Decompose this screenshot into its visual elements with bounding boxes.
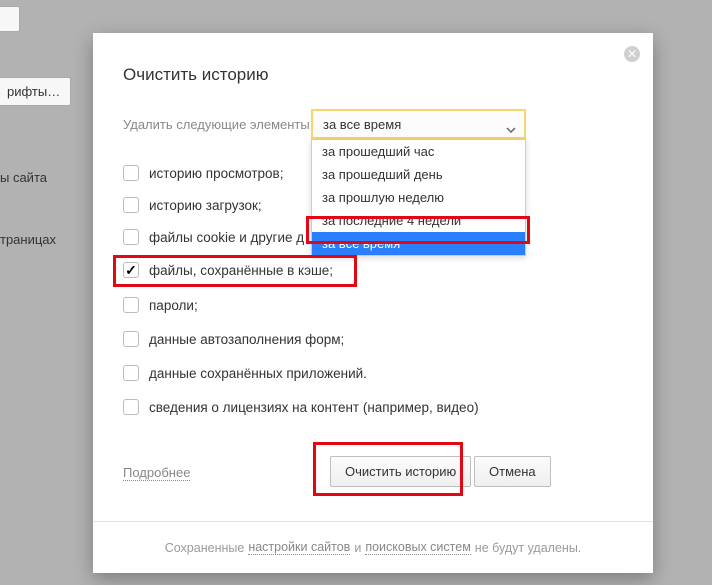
chevron-down-icon: [506, 121, 516, 136]
label-cookies: файлы cookie и другие д: [149, 230, 304, 245]
label-autofill: данные автозаполнения форм;: [149, 332, 344, 347]
footer-pre: Сохраненные: [165, 541, 245, 555]
bg-label-site: ы сайта: [0, 170, 47, 185]
label-browsing: историю просмотров;: [149, 166, 283, 181]
checkbox-download[interactable]: [123, 197, 139, 213]
label-download: историю загрузок;: [149, 198, 262, 213]
footer-post: не будут удалены.: [475, 541, 581, 555]
dialog-title: Очистить историю: [123, 65, 268, 85]
option-week[interactable]: за прошлую неделю: [312, 186, 525, 209]
row-passwords[interactable]: пароли;: [123, 297, 198, 313]
clear-history-button[interactable]: Очистить историю: [330, 456, 471, 487]
close-icon[interactable]: ✕: [624, 46, 640, 62]
dialog-footer: Сохраненные настройки сайтов и поисковых…: [93, 521, 653, 573]
row-appdata[interactable]: данные сохранённых приложений.: [123, 365, 367, 381]
checkbox-passwords[interactable]: [123, 297, 139, 313]
option-4weeks[interactable]: за последние 4 недели: [312, 209, 525, 232]
footer-mid: и: [354, 541, 361, 555]
checkbox-licenses[interactable]: [123, 399, 139, 415]
checkbox-autofill[interactable]: [123, 331, 139, 347]
footer-link-search[interactable]: поисковых систем: [365, 540, 470, 555]
bg-partial-button-1: [0, 6, 20, 32]
row-download-history[interactable]: историю загрузок;: [123, 197, 262, 213]
checkbox-browsing[interactable]: [123, 165, 139, 181]
row-cache[interactable]: файлы, сохранённые в кэше;: [123, 262, 333, 278]
row-cookies[interactable]: файлы cookie и другие д: [123, 229, 304, 245]
option-hour[interactable]: за прошедший час: [312, 140, 525, 163]
label-licenses: сведения о лицензиях на контент (наприме…: [149, 400, 479, 415]
label-cache: файлы, сохранённые в кэше;: [149, 263, 333, 278]
clear-history-dialog: ✕ Очистить историю Удалить следующие эле…: [93, 33, 653, 573]
more-info-link[interactable]: Подробнее: [123, 465, 190, 480]
checkbox-appdata[interactable]: [123, 365, 139, 381]
checkbox-cache[interactable]: [123, 262, 139, 278]
bg-label-pages: траницах: [0, 232, 56, 247]
row-autofill[interactable]: данные автозаполнения форм;: [123, 331, 344, 347]
row-licenses[interactable]: сведения о лицензиях на контент (наприме…: [123, 399, 479, 415]
row-browsing-history[interactable]: историю просмотров;: [123, 165, 283, 181]
footer-link-sites[interactable]: настройки сайтов: [248, 540, 350, 555]
label-appdata: данные сохранённых приложений.: [149, 366, 367, 381]
checkbox-cookies[interactable]: [123, 229, 139, 245]
option-all-time[interactable]: за все время: [312, 232, 525, 255]
more-info-text: Подробнее: [123, 465, 190, 481]
select-value: за все время: [323, 117, 401, 132]
cancel-button[interactable]: Отмена: [474, 456, 551, 487]
time-range-label: Удалить следующие элементы:: [123, 117, 313, 132]
option-day[interactable]: за прошедший день: [312, 163, 525, 186]
time-range-dropdown: за прошедший час за прошедший день за пр…: [311, 139, 526, 256]
fonts-button-partial[interactable]: рифты…: [0, 77, 71, 106]
label-passwords: пароли;: [149, 298, 198, 313]
time-range-select[interactable]: за все время: [311, 109, 526, 139]
